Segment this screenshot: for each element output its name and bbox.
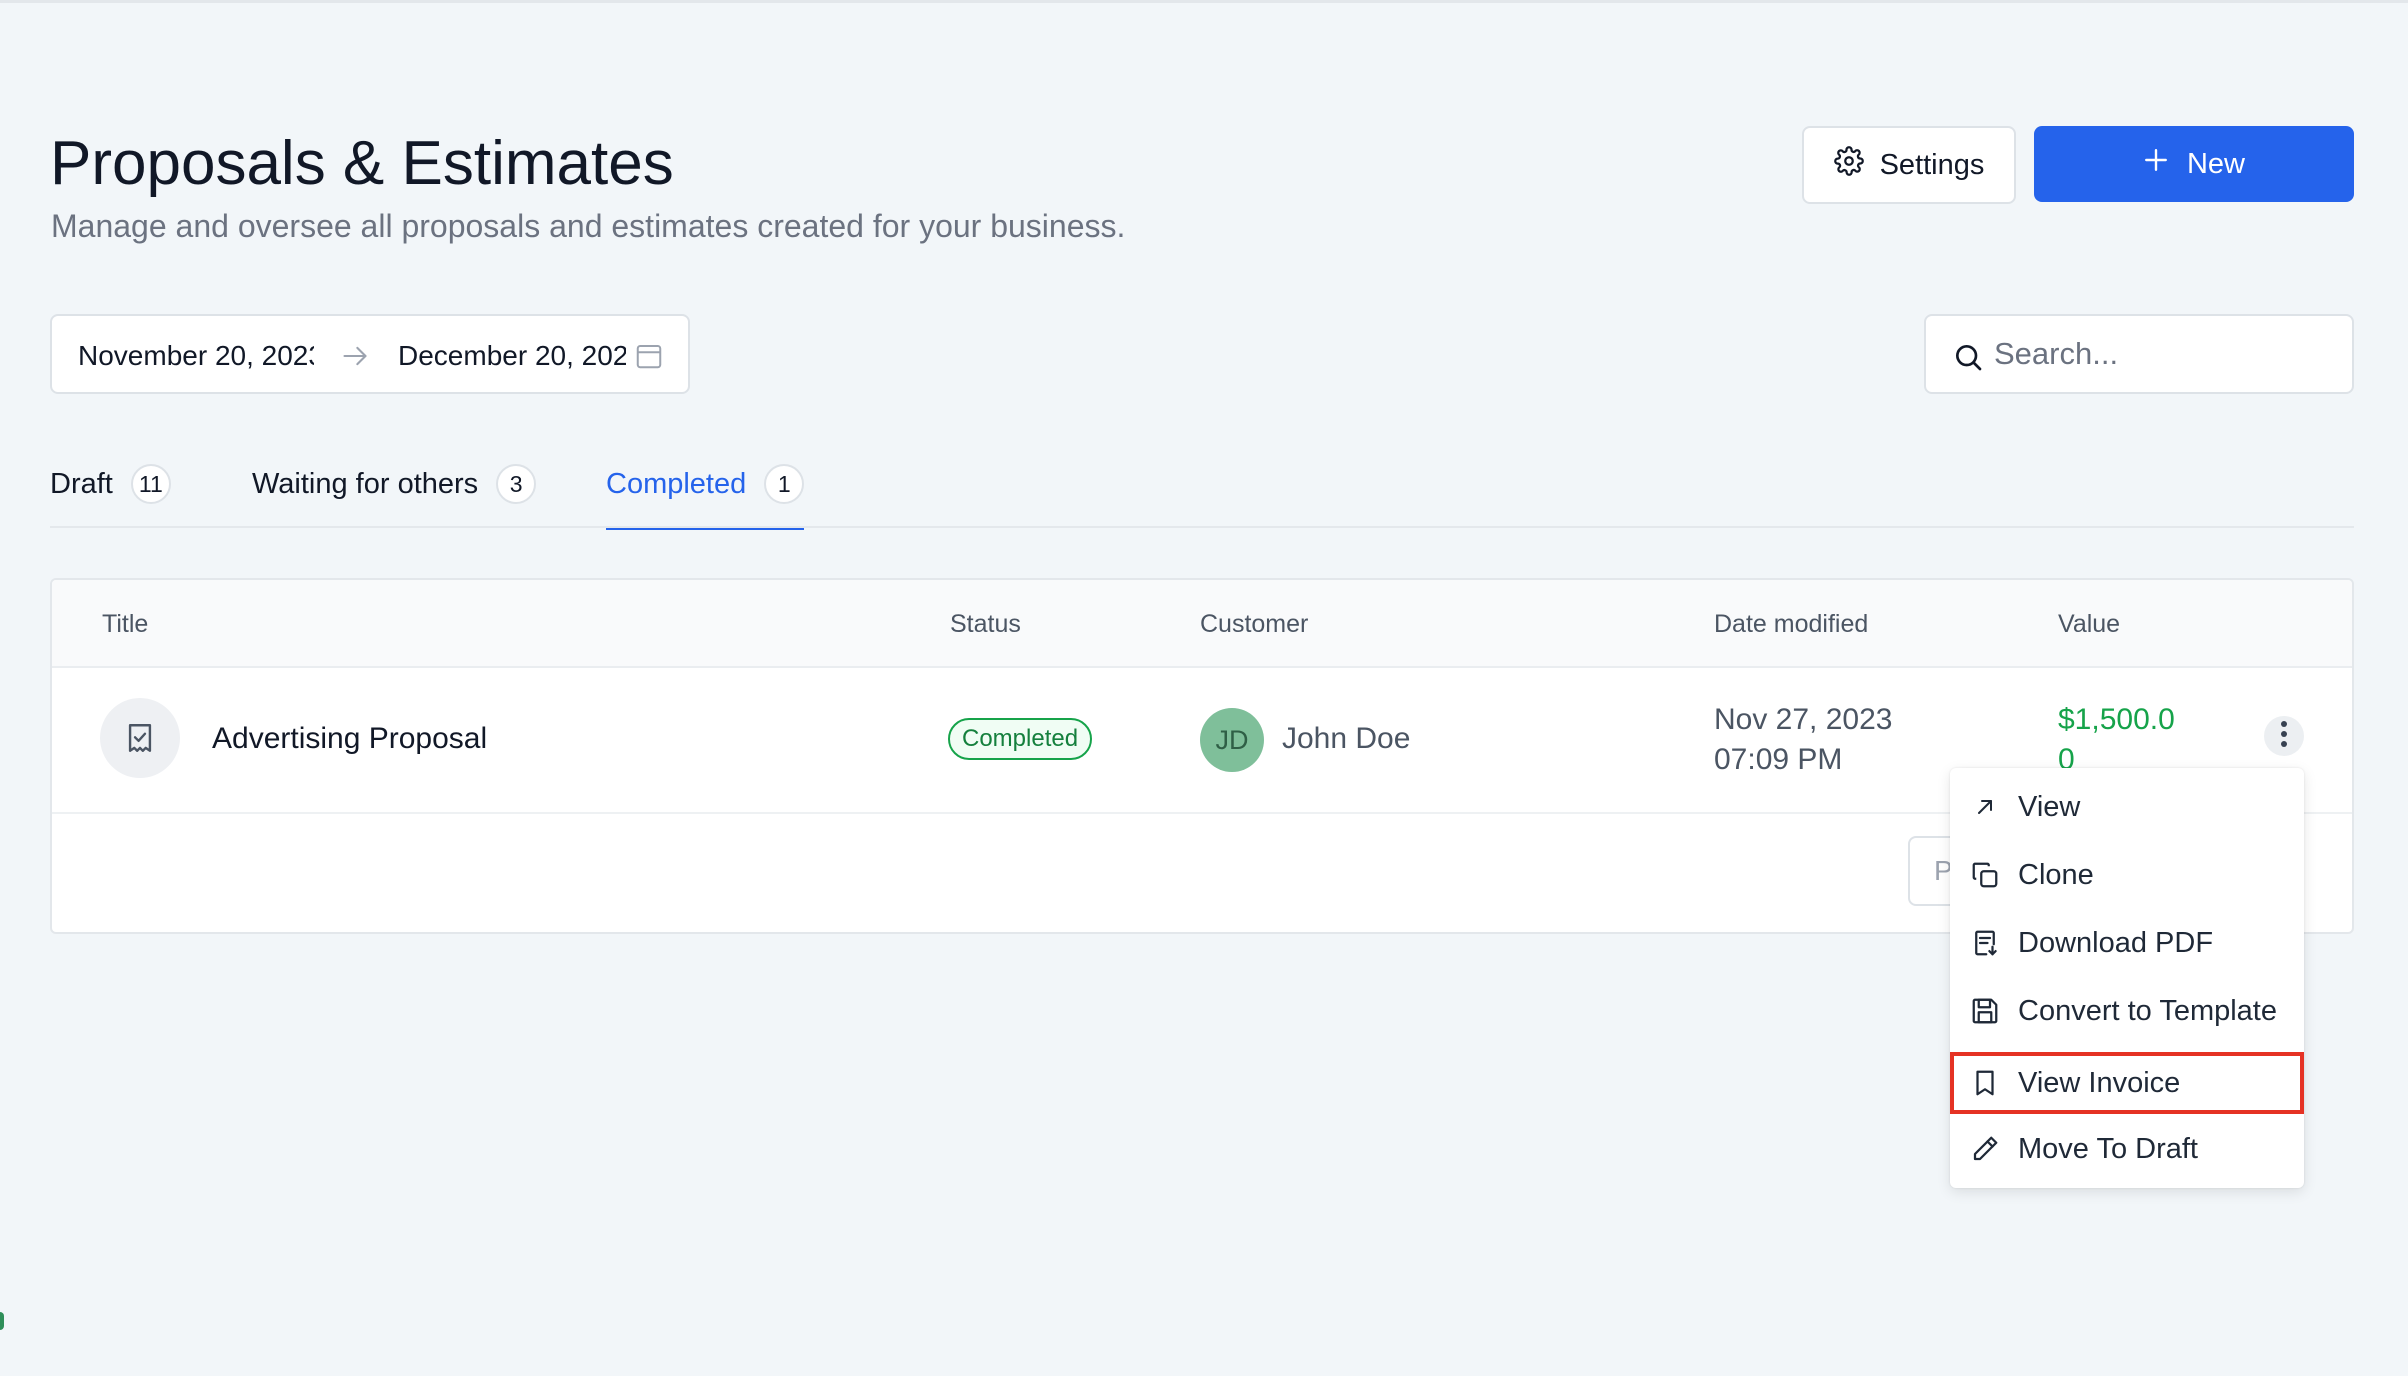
download-document-icon xyxy=(1970,928,2000,958)
tab-waiting-for-others[interactable]: Waiting for others 3 xyxy=(252,460,537,528)
column-header-title[interactable]: Title xyxy=(102,608,148,640)
save-icon xyxy=(1970,996,2000,1026)
menu-item-convert-to-template[interactable]: Convert to Template xyxy=(1950,980,2304,1042)
tabs-divider xyxy=(50,526,2354,528)
tab-completed-count: 1 xyxy=(764,464,805,504)
new-button[interactable]: New xyxy=(2034,126,2354,202)
page-title: Proposals & Estimates xyxy=(50,129,674,198)
status-badge: Completed xyxy=(948,718,1093,760)
menu-item-move-to-draft-label: Move To Draft xyxy=(2018,1132,2198,1165)
pencil-icon xyxy=(1970,1134,2000,1164)
menu-item-view-invoice-label: View Invoice xyxy=(2018,1066,2181,1099)
more-vertical-icon xyxy=(2280,719,2288,754)
column-header-value[interactable]: Value xyxy=(2058,608,2120,640)
avatar: JD xyxy=(1200,708,1264,772)
row-title[interactable]: Advertising Proposal xyxy=(212,720,487,758)
date-range-start[interactable]: November 20, 2023 xyxy=(78,338,314,374)
new-button-label: New xyxy=(2186,147,2245,180)
date-modified-date: Nov 27, 2023 xyxy=(1714,703,1893,736)
column-header-date-modified[interactable]: Date modified xyxy=(1714,608,1868,640)
copy-icon xyxy=(1970,860,2000,890)
gear-icon xyxy=(1833,146,1864,184)
page-subtitle: Manage and oversee all proposals and est… xyxy=(51,208,1126,244)
menu-item-view-label: View xyxy=(2018,790,2081,823)
tab-draft[interactable]: Draft 11 xyxy=(50,460,171,528)
tab-waiting-label: Waiting for others xyxy=(252,467,479,500)
tab-draft-label: Draft xyxy=(50,467,113,500)
date-range-picker[interactable]: November 20, 2023 December 20, 2023 xyxy=(50,314,690,394)
arrow-up-right-icon xyxy=(1970,792,2000,822)
tab-waiting-count: 3 xyxy=(496,464,537,504)
menu-item-clone-label: Clone xyxy=(2018,858,2094,891)
tab-completed-label: Completed xyxy=(606,467,747,500)
search-icon xyxy=(1952,341,1984,378)
column-header-status[interactable]: Status xyxy=(950,608,1021,640)
menu-item-view[interactable]: View xyxy=(1950,776,2304,838)
calendar-icon[interactable] xyxy=(634,341,664,376)
menu-item-download-pdf[interactable]: Download PDF xyxy=(1950,912,2304,974)
customer-name: John Doe xyxy=(1282,722,1411,755)
top-border xyxy=(0,0,2408,3)
settings-button-label: Settings xyxy=(1879,148,1985,181)
settings-button[interactable]: Settings xyxy=(1802,126,2016,204)
date-modified: Nov 27, 2023 07:09 PM xyxy=(1714,700,1892,780)
row-actions-button[interactable] xyxy=(2264,716,2304,756)
column-header-customer[interactable]: Customer xyxy=(1200,608,1308,640)
menu-item-convert-to-template-label: Convert to Template xyxy=(2018,994,2277,1027)
menu-item-clone[interactable]: Clone xyxy=(1950,844,2304,906)
menu-item-move-to-draft[interactable]: Move To Draft xyxy=(1950,1118,2304,1180)
receipt-icon xyxy=(1970,1068,2000,1098)
document-check-icon xyxy=(100,698,180,778)
row-actions-menu: View Clone Download PDF Convert to Templ… xyxy=(1950,768,2304,1188)
tab-draft-count: 11 xyxy=(130,464,171,504)
menu-item-download-pdf-label: Download PDF xyxy=(2018,926,2214,959)
date-range-end[interactable]: December 20, 2023 xyxy=(398,338,626,374)
search-box[interactable] xyxy=(1924,314,2354,394)
table-header: Title Status Customer Date modified Valu… xyxy=(52,580,2352,668)
date-modified-time: 07:09 PM xyxy=(1714,743,1843,776)
row-value: $1,500.00 xyxy=(2058,703,2175,774)
arrow-right-icon xyxy=(340,342,370,375)
tab-completed[interactable]: Completed 1 xyxy=(606,460,805,530)
plus-icon xyxy=(2143,147,2169,181)
search-input[interactable] xyxy=(1994,330,2334,378)
edge-indicator xyxy=(0,1312,4,1330)
menu-item-view-invoice[interactable]: View Invoice xyxy=(1950,1052,2304,1114)
